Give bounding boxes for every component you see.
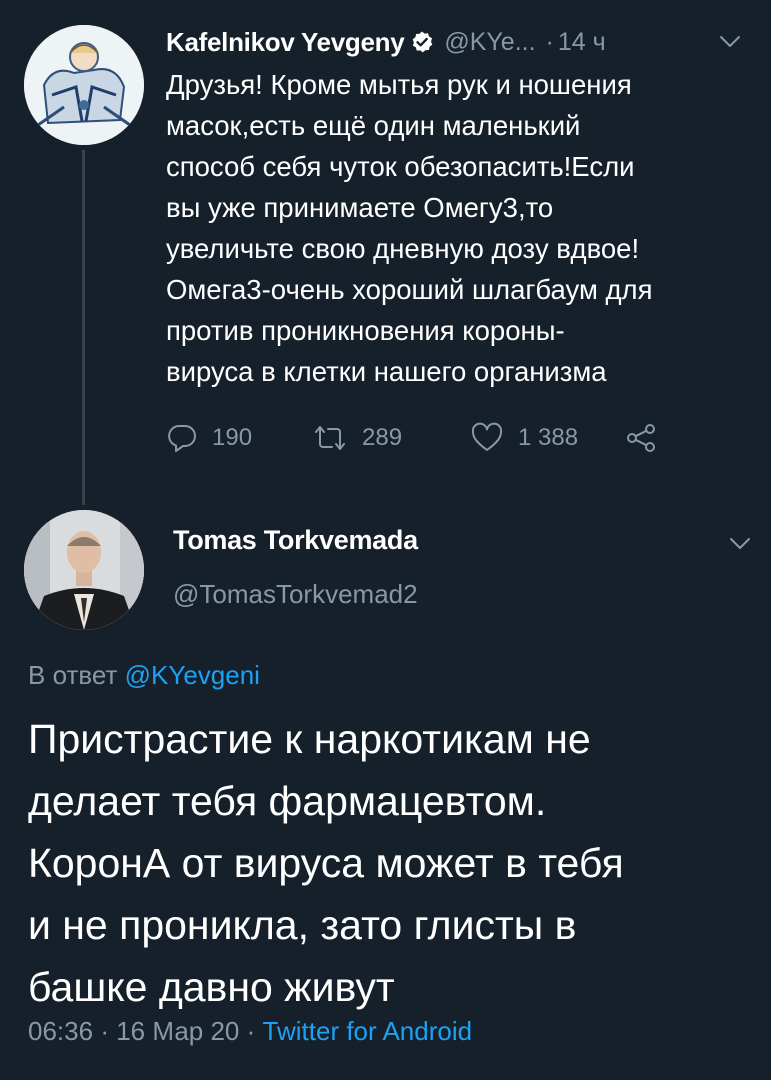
replying-to-label: В ответ	[28, 660, 118, 690]
meta-separator: ·	[246, 1016, 256, 1046]
tweet-text-line: масок,есть ещё один маленький	[166, 110, 581, 141]
thread-connector-line	[82, 150, 85, 505]
share-button[interactable]	[624, 418, 658, 458]
tweet-text-line: против проникновения короны-	[166, 315, 565, 346]
retweet-icon	[312, 422, 348, 454]
tweet-text-line: вируса в клетки нашего организма	[166, 356, 607, 387]
chevron-down-icon[interactable]	[718, 34, 742, 50]
share-icon	[624, 422, 658, 454]
meta-separator: ·	[100, 1016, 109, 1046]
reply-button[interactable]: 190	[166, 418, 252, 458]
tweet-text-line: увеличьте свою дневную дозу вдвое!	[166, 233, 640, 264]
parent-author-handle[interactable]: @KYe...	[444, 28, 535, 57]
verified-badge-icon	[410, 30, 434, 54]
like-icon	[470, 422, 504, 454]
tweet-text-line: Омега3-очень хороший шлагбаум для	[166, 274, 653, 305]
tweet-text-line: способ себя чуток обезопасить!Если	[166, 151, 635, 182]
reply-icon	[166, 422, 198, 454]
retweet-button[interactable]: 289	[312, 418, 402, 458]
like-button[interactable]: 1 388	[470, 418, 578, 458]
tweet-text-line: вы уже принимаете Омегу3,то	[166, 192, 554, 223]
reply-count: 190	[212, 424, 253, 451]
reply-author-avatar[interactable]	[24, 510, 144, 630]
parent-tweet-text: Друзья! Кроме мытья рук и ношения масок,…	[166, 64, 756, 392]
tweet-text-line: делает тебя фармацевтом.	[28, 778, 547, 824]
retweet-count: 289	[362, 424, 403, 451]
parent-tweet-actions: 190 289 1 388	[166, 418, 686, 458]
tweet-thread-view: Kafelnikov Yevgeny @KYe... · 14 ч Друзья…	[0, 0, 771, 1080]
tweet-text-line: Друзья! Кроме мытья рук и ношения	[166, 69, 632, 100]
reply-author-name[interactable]: Tomas Torkvemada	[173, 525, 418, 556]
replying-to-mention[interactable]: @KYevgeni	[125, 660, 260, 690]
header-separator: ·	[545, 27, 554, 56]
tweet-text-line: башке давно живут	[28, 964, 395, 1010]
parent-tweet-time[interactable]: 14 ч	[558, 28, 606, 57]
parent-author-avatar[interactable]	[24, 25, 144, 145]
tweet-text-line: и не проникла, зато глисты в	[28, 902, 577, 948]
parent-tweet-header: Kafelnikov Yevgeny @KYe... · 14 ч	[166, 24, 606, 60]
tweet-source-link[interactable]: Twitter for Android	[263, 1016, 473, 1046]
tweet-text-line: Пристрастие к наркотикам не	[28, 716, 591, 762]
reply-tweet-meta: 06:36 · 16 Мар 20 · Twitter for Android	[28, 1016, 472, 1047]
reply-tweet-time: 06:36	[28, 1016, 94, 1046]
reply-tweet-date: 16 Мар 20	[116, 1016, 240, 1046]
replying-to-line: В ответ @KYevgeni	[28, 660, 260, 691]
reply-tweet-text: Пристрастие к наркотикам не делает тебя …	[28, 708, 758, 1018]
chevron-down-icon[interactable]	[728, 536, 752, 552]
like-count: 1 388	[518, 424, 579, 451]
reply-author-handle[interactable]: @TomasTorkvemad2	[173, 579, 418, 610]
tweet-text-line: КоронА от вируса может в тебя	[28, 840, 624, 886]
parent-author-name[interactable]: Kafelnikov Yevgeny	[166, 27, 405, 58]
